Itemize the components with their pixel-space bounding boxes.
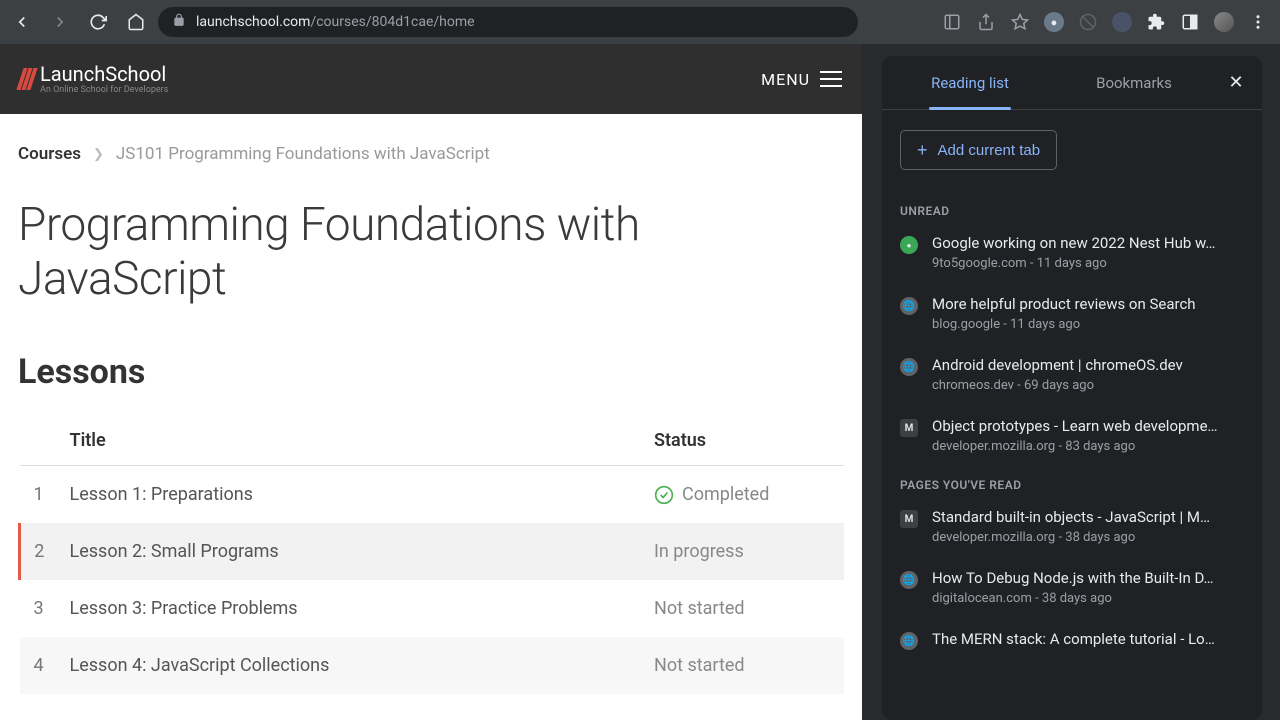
item-title: Standard built-in objects - JavaScript |… [932,508,1244,526]
status-badge: Not started [654,598,832,619]
menu-dots-icon[interactable] [1248,12,1268,32]
favicon-icon: M [900,419,918,437]
add-current-tab-button[interactable]: + Add current tab [900,130,1057,170]
close-panel-button[interactable]: ✕ [1216,72,1256,93]
item-meta: digitalocean.com - 38 days ago [932,591,1244,606]
item-title: The MERN stack: A complete tutorial - Lo… [932,630,1244,648]
reading-list-item[interactable]: 🌐 More helpful product reviews on Search… [900,295,1244,332]
row-num: 4 [20,637,70,694]
item-title: Google working on new 2022 Nest Hub w… [932,234,1244,252]
reading-list-panel: Reading list Bookmarks ✕ + Add current t… [882,56,1262,720]
favicon-icon: ● [900,236,918,254]
globe-icon: 🌐 [900,358,918,376]
menu-label: MENU [761,70,810,89]
panel-tabs: Reading list Bookmarks ✕ [882,56,1262,110]
home-button[interactable] [126,12,146,32]
plus-icon: + [917,141,928,159]
favicon-icon: M [900,510,918,528]
item-meta: developer.mozilla.org - 38 days ago [932,530,1244,545]
item-meta: chromeos.dev - 69 days ago [932,378,1244,393]
lessons-heading: Lessons [18,352,844,392]
chevron-right-icon: ❯ [93,147,104,162]
row-title: Lesson 1: Preparations [70,466,655,524]
reading-list-item[interactable]: 🌐 How To Debug Node.js with the Built-In… [900,569,1244,606]
breadcrumb: Courses ❯ JS101 Programming Foundations … [18,144,844,164]
extension-icon[interactable] [1112,12,1132,32]
logo-mark-icon [20,68,34,90]
item-meta: 9to5google.com - 11 days ago [932,256,1244,271]
col-num [20,416,70,466]
globe-icon: 🌐 [900,297,918,315]
extension-icons: ● [942,12,1268,32]
reload-button[interactable] [88,12,108,32]
address-bar[interactable]: launchschool.com/courses/804d1cae/home [158,7,858,37]
page-content: LaunchSchool An Online School for Develo… [0,44,862,720]
breadcrumb-root[interactable]: Courses [18,144,81,164]
logo-title: LaunchSchool [40,64,168,84]
item-title: Object prototypes - Learn web developme… [932,417,1244,435]
item-title: Android development | chromeOS.dev [932,356,1244,374]
extensions-puzzle-icon[interactable] [1146,12,1166,32]
row-title: Lesson 4: JavaScript Collections [70,637,655,694]
item-meta: developer.mozilla.org - 83 days ago [932,439,1244,454]
blocked-icon[interactable] [1078,12,1098,32]
side-panel-icon[interactable] [1180,12,1200,32]
globe-icon: 🌐 [900,571,918,589]
star-icon[interactable] [1010,12,1030,32]
read-label: PAGES YOU'VE READ [900,478,1244,492]
reading-list-item[interactable]: M Object prototypes - Learn web developm… [900,417,1244,454]
check-circle-icon [654,485,674,505]
share-icon[interactable] [976,12,996,32]
row-num: 3 [20,580,70,637]
item-title: How To Debug Node.js with the Built-In D… [932,569,1244,587]
reader-mode-icon[interactable] [942,12,962,32]
row-num: 2 [20,523,70,580]
browser-toolbar: launchschool.com/courses/804d1cae/home ● [0,0,1280,44]
status-badge: Not started [654,655,832,676]
lock-icon [172,13,186,31]
row-num: 1 [20,466,70,524]
globe-icon: 🌐 [900,632,918,650]
site-logo[interactable]: LaunchSchool An Online School for Develo… [20,64,168,95]
row-title: Lesson 3: Practice Problems [70,580,655,637]
col-status: Status [654,416,844,466]
logo-tagline: An Online School for Developers [40,86,168,95]
hamburger-icon [820,71,842,87]
tab-bookmarks[interactable]: Bookmarks [1052,56,1216,109]
url-text: launchschool.com/courses/804d1cae/home [196,14,475,30]
page-title: Programming Foundations with JavaScript [18,198,844,306]
forward-button[interactable] [50,12,70,32]
add-tab-label: Add current tab [938,142,1041,159]
table-row[interactable]: 1 Lesson 1: Preparations Completed [20,466,845,524]
menu-button[interactable]: MENU [761,70,842,89]
back-button[interactable] [12,12,32,32]
item-meta: blog.google - 11 days ago [932,317,1244,332]
col-title: Title [70,416,655,466]
tab-reading-list[interactable]: Reading list [888,56,1052,109]
table-row[interactable]: 2 Lesson 2: Small Programs In progress [20,523,845,580]
reading-list-item[interactable]: 🌐 Android development | chromeOS.dev chr… [900,356,1244,393]
table-row[interactable]: 3 Lesson 3: Practice Problems Not starte… [20,580,845,637]
item-title: More helpful product reviews on Search [932,295,1244,313]
site-header: LaunchSchool An Online School for Develo… [0,44,862,114]
status-badge: Completed [654,484,832,505]
breadcrumb-current: JS101 Programming Foundations with JavaS… [116,144,490,164]
lessons-table: Title Status 1 Lesson 1: Preparations Co… [18,416,844,694]
reading-list-item[interactable]: M Standard built-in objects - JavaScript… [900,508,1244,545]
reading-list-item[interactable]: 🌐 The MERN stack: A complete tutorial - … [900,630,1244,652]
status-badge: In progress [654,541,832,562]
profile-avatar[interactable] [1214,12,1234,32]
reading-list-item[interactable]: ● Google working on new 2022 Nest Hub w…… [900,234,1244,271]
unread-label: UNREAD [900,204,1244,218]
table-row[interactable]: 4 Lesson 4: JavaScript Collections Not s… [20,637,845,694]
extension-icon[interactable]: ● [1044,12,1064,32]
row-title: Lesson 2: Small Programs [70,523,655,580]
